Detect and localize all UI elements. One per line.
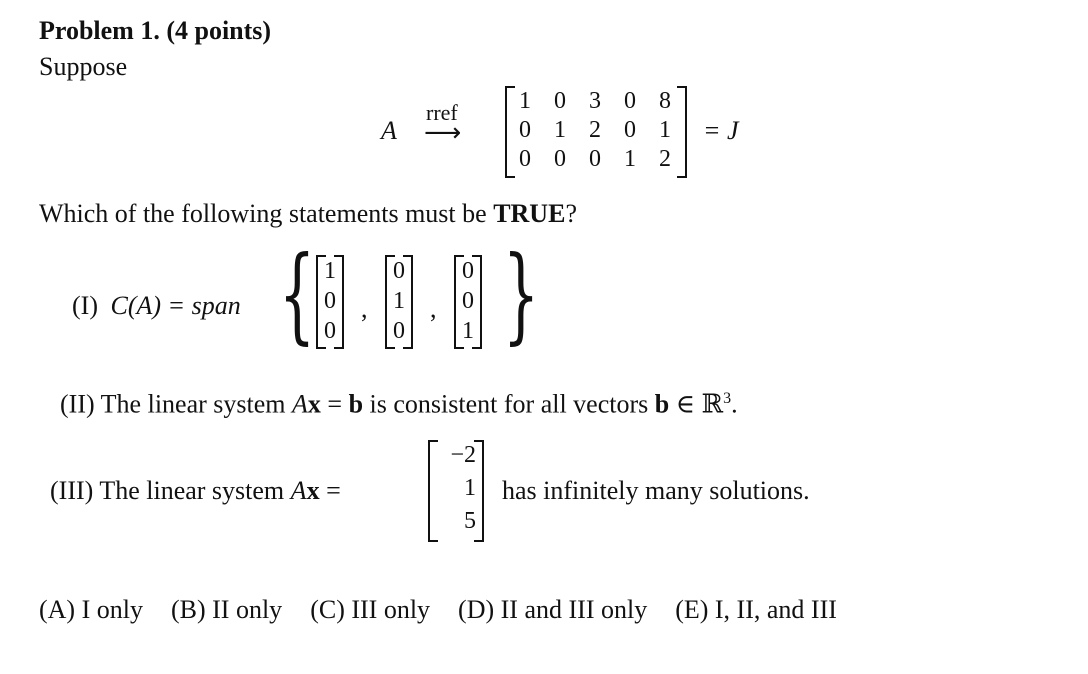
statement-ii-text: The linear system [100,389,293,419]
span-vector: 1 0 0 [316,255,344,349]
vector-entry: 0 [324,288,336,314]
j-label: = J [703,116,739,145]
choice-e[interactable]: (E) I, II, and III [675,595,837,625]
rref-matrix: 103080120100012 [505,86,687,178]
arrow-icon: ⟶ [424,118,462,148]
statement-iii-label: (III) [50,476,94,505]
problem-number: Problem 1. [39,16,160,45]
period: . [731,389,738,419]
matrix-cell: 3 [589,88,601,114]
right-brace: } [502,233,540,355]
matrix-cell: 8 [659,88,671,114]
statement-iii: (III) The linear system Ax = [50,476,341,506]
equals: = [320,389,349,419]
statement-i: (I) C(A) = span [72,291,241,321]
var-a: A [292,389,308,419]
comma-separator: , [430,294,437,323]
vector-entry: 0 [324,318,336,344]
superscript-3: 3 [723,390,732,407]
right-bracket [677,86,687,178]
matrix-cell: 1 [554,117,566,143]
statement-i-label: (I) [72,291,98,320]
matrix-cell: 0 [589,146,601,172]
matrix-cell: 1 [519,88,531,114]
comma-separator: , [361,294,368,323]
matrix-cell: 0 [624,117,636,143]
problem-heading: Problem 1. (4 points) [39,16,271,46]
statement-ii-text-2: is consistent for all vectors [363,389,655,419]
matrix-cell: 0 [519,117,531,143]
vector-entry: 0 [393,318,405,344]
statement-ii: (II) The linear system Ax = b is consist… [60,384,738,420]
vector-entry: 0 [393,258,405,284]
matrix-cell: 1 [659,117,671,143]
var-a: A [290,476,307,505]
vector-entry: 1 [324,258,336,284]
matrix-cell: 0 [554,146,566,172]
problem-points: (4 points) [166,16,272,45]
answer-choices: (A) I only (B) II only (C) III only (D) … [39,595,837,625]
statement-ii-label: (II) [60,389,95,419]
vector-entry: 1 [393,288,405,314]
choice-c[interactable]: (C) III only [310,595,430,625]
var-b-2: b [654,389,670,419]
matrix-a-label: A [381,116,397,145]
statement-i-lhs: C(A) = span [110,291,241,320]
choice-d[interactable]: (D) II and III only [458,595,647,625]
vector-entry: 1 [464,475,476,501]
vector-entry: 1 [462,318,474,344]
rhs-vector: −2 1 5 [428,440,484,542]
left-bracket [428,440,438,542]
element-of-r: ∈ ℝ [669,389,724,419]
var-x: x [307,389,321,419]
equals: = [319,476,341,505]
choice-a[interactable]: (A) I only [39,595,143,625]
question-emphasis: TRUE [493,199,566,228]
span-vector: 0 0 1 [454,255,482,349]
statement-iii-text-2: has infinitely many solutions. [502,476,810,505]
choice-b[interactable]: (B) II only [171,595,282,625]
matrix-cell: 0 [554,88,566,114]
matrix-cell: 2 [589,117,601,143]
question-text: Which of the following statements must b… [39,199,577,229]
vector-entry: 5 [464,508,476,534]
question-suffix: ? [565,199,577,228]
matrix-cell: 0 [624,88,636,114]
equals-j: = J [703,116,739,146]
left-brace: { [278,233,316,355]
var-b: b [348,389,364,419]
matrix-cell: 1 [624,146,636,172]
vector-entry: −2 [450,442,476,468]
intro-text: Suppose [39,52,128,81]
var-x: x [306,476,320,505]
vector-entry: 0 [462,258,474,284]
matrix-cell: 2 [659,146,671,172]
statement-iii-text: The linear system [99,476,291,505]
matrix-cell: 0 [519,146,531,172]
question-prefix: Which of the following statements must b… [39,199,494,228]
vector-entry: 0 [462,288,474,314]
span-vector: 0 1 0 [385,255,413,349]
